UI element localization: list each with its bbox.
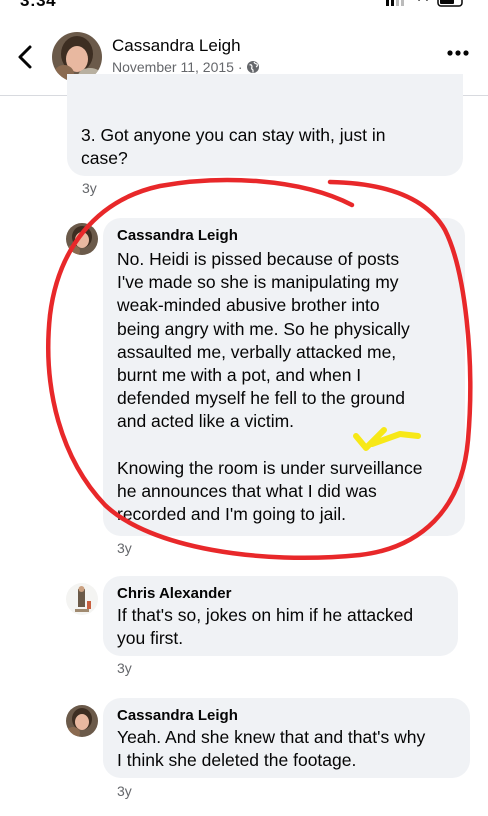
comment-author[interactable]: Cassandra Leigh [117,227,238,244]
comment-text-line: Knowing the room is under surveillance [117,457,423,478]
comment-text-line: I think she deleted the footage. [117,750,357,771]
comment-bubble: Chris Alexander If that's so, jokes on h… [103,576,458,656]
comment-timestamp[interactable]: 3y [82,180,97,196]
comment-author[interactable]: Chris Alexander [117,585,232,602]
post-author-name[interactable]: Cassandra Leigh [112,36,241,56]
comment-text: If that's so, jokes on him if he attacke… [117,604,413,650]
comment-bubble: Cassandra Leigh No. Heidi is pissed beca… [103,218,465,536]
comment-text-line: weak-minded abusive brother into [117,295,380,316]
status-bar: 3:34 [0,0,488,18]
commenter-avatar[interactable] [66,223,98,255]
comment-text-line: assaulted me, verbally attacked me, [117,341,397,362]
status-icons [386,0,463,7]
post-meta: November 11, 2015 · [112,59,260,75]
globe-icon [247,61,260,73]
status-time: 3:34 [20,0,57,10]
comment-text-line: he announces that what I did was [117,481,377,502]
comment-text-line: If that's so, jokes on him if he attacke… [117,605,414,625]
comment-text-line: burnt me with a pot, and when I [117,365,362,386]
comment-bubble: 3. Got anyone you can stay with, just in… [67,74,463,176]
comment-timestamp[interactable]: 3y [117,660,132,676]
comment-text-line: recorded and I'm going to jail. [117,504,347,525]
post-date[interactable]: November 11, 2015 · [112,59,242,75]
comment-text-line: being angry with me. So he physically [117,318,410,339]
comment-text-line: defended myself he fell to the ground [117,388,405,409]
comment-text: 3. Got anyone you can stay with, just in… [81,124,385,170]
comment-bubble: Cassandra Leigh Yeah. And she knew that … [103,698,470,778]
commenter-avatar[interactable] [66,705,98,737]
comment-text: Yeah. And she knew that and that's why I… [117,726,425,772]
more-horizontal-icon[interactable] [446,48,470,58]
comment-text-line: and acted like a victim. [117,411,295,432]
comment-text-line: you first. [117,628,184,649]
comment-text-line: No. Heidi is pissed because of posts [117,249,400,269]
comment-timestamp[interactable]: 3y [117,783,132,799]
comment-text-line: case? [81,148,128,169]
comment-author[interactable]: Cassandra Leigh [117,707,238,724]
chevron-left-icon[interactable] [14,44,38,70]
comment-text-line: 3. Got anyone you can stay with, just in [81,125,386,145]
comment-text-line: Yeah. And she knew that and that's why [117,727,426,747]
comment-text: No. Heidi is pissed because of posts I'v… [117,248,422,526]
comment-text-line: I've made so she is manipulating my [117,272,399,293]
commenter-avatar[interactable] [66,583,98,615]
comment-text-line [117,434,422,457]
comment-timestamp[interactable]: 3y [117,540,132,556]
